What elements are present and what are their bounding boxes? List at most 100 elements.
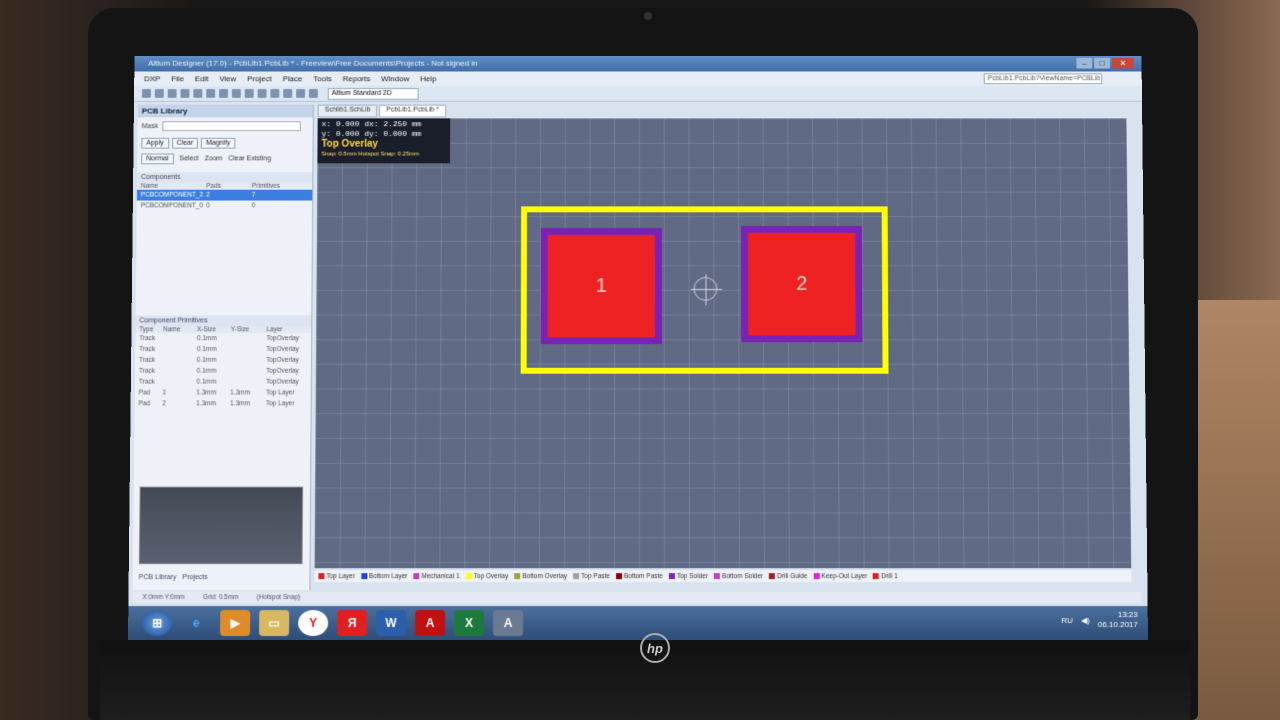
menu-tools[interactable]: Tools [313, 74, 332, 83]
origin-marker-icon [693, 277, 718, 301]
layer-tab[interactable]: Bottom Layer [360, 573, 408, 580]
col-pads[interactable]: Pads [206, 183, 252, 190]
view-mode-select[interactable]: Altium Standard 2D [327, 87, 419, 100]
layer-tab[interactable]: Drill 1 [873, 573, 898, 580]
layer-swatch-icon [573, 573, 580, 580]
table-row[interactable]: Track 0.1mm TopOverlay [135, 355, 311, 366]
menu-place[interactable]: Place [283, 74, 303, 83]
maximize-button[interactable]: □ [1094, 57, 1111, 69]
acrobat-icon[interactable]: A [415, 610, 446, 637]
open-icon[interactable] [154, 89, 164, 98]
primitive-layer: TopOverlay [266, 356, 299, 364]
layer-tab[interactable]: Bottom Solder [713, 572, 764, 580]
col-primitives[interactable]: Primitives [252, 183, 292, 190]
language-indicator[interactable]: RU [1061, 616, 1073, 625]
tab-pcb-library[interactable]: PCB Library [139, 574, 177, 581]
layer-tab[interactable]: Bottom Overlay [514, 573, 567, 580]
apply-button[interactable]: Apply [141, 137, 169, 149]
layer-tabs: Top Layer Bottom Layer Mechanical 1 Top Ove… [314, 570, 1132, 583]
print-icon[interactable] [180, 89, 190, 98]
col-ysize[interactable]: Y-Size [231, 326, 267, 333]
media-icon[interactable]: ▶ [220, 610, 251, 637]
zoom-out-icon[interactable] [206, 89, 216, 98]
layer-tab[interactable]: Drill Guide [769, 573, 807, 580]
clear-button[interactable]: Clear [171, 137, 199, 149]
address-field[interactable]: PcbLib1.PcbLib?ViewName=PCBLib [983, 73, 1103, 85]
table-row[interactable]: Track 0.1mm TopOverlay [135, 344, 311, 355]
pad-2[interactable]: 2 [741, 226, 863, 343]
pad-1[interactable]: 1 [540, 227, 662, 345]
menu-reports[interactable]: Reports [343, 74, 371, 83]
layer-name: Bottom Solder [721, 572, 764, 580]
move-icon[interactable] [283, 89, 293, 98]
clear-existing-checkbox[interactable]: Clear Existing [228, 155, 271, 162]
primitive-x: 0.1mm [196, 335, 217, 343]
col-name[interactable]: Name [137, 183, 206, 190]
yandex-icon[interactable]: Я [337, 610, 368, 637]
tab-pcblib[interactable]: PcbLib1.PcbLib * [379, 104, 446, 118]
start-button[interactable]: ⊞ [142, 610, 173, 637]
clock[interactable]: 13:23 06.10.2017 [1098, 610, 1138, 630]
yandex-browser-icon[interactable]: Y [298, 610, 329, 637]
table-row[interactable]: Track 0.1mm TopOverlay [135, 366, 311, 377]
tab-schlib[interactable]: Schlib1.SchLib [317, 104, 378, 118]
menu-help[interactable]: Help [420, 74, 436, 83]
cut-icon[interactable] [231, 89, 241, 98]
zoom-fit-icon[interactable] [219, 89, 228, 98]
copy-icon[interactable] [244, 89, 254, 98]
document-tabs: Schlib1.SchLib PcbLib1.PcbLib * [317, 104, 446, 118]
close-button[interactable]: ✕ [1111, 57, 1134, 69]
zoom-checkbox[interactable]: Zoom [205, 155, 223, 162]
altium-icon[interactable]: A [493, 610, 524, 637]
mask-input[interactable] [162, 121, 301, 132]
component-pads: 2 [206, 191, 210, 199]
col-name[interactable]: Name [163, 326, 197, 333]
menu-view[interactable]: View [219, 74, 236, 83]
layer-tab[interactable]: Top Paste [573, 573, 610, 580]
zoom-in-icon[interactable] [193, 89, 203, 98]
col-layer[interactable]: Layer [267, 326, 307, 333]
minimize-button[interactable]: – [1076, 57, 1093, 69]
tab-projects[interactable]: Projects [182, 574, 207, 581]
col-xsize[interactable]: X-Size [197, 326, 231, 333]
table-row[interactable]: PCBCOMPONENT_2 2 7 [136, 189, 313, 201]
menu-window[interactable]: Window [381, 74, 409, 83]
ie-icon[interactable]: e [181, 610, 211, 636]
layer-tab[interactable]: Keep-Out Layer [813, 573, 867, 580]
save-icon[interactable] [167, 89, 177, 98]
paste-icon[interactable] [257, 89, 267, 98]
explorer-icon[interactable]: ▭ [259, 610, 290, 637]
redo-icon[interactable] [308, 89, 318, 98]
layer-swatch-icon [615, 573, 622, 580]
select-checkbox[interactable]: Select [179, 155, 198, 162]
table-row[interactable]: Pad 1 1.3mm 1.3mm Top Layer [135, 388, 311, 399]
table-row[interactable]: Track 0.1mm TopOverlay [135, 377, 311, 388]
mode-select[interactable]: Normal [141, 153, 174, 165]
status-coords: X:0mm Y:0mm [142, 594, 185, 602]
layer-tab[interactable]: Top Overlay [465, 573, 508, 580]
menu-edit[interactable]: Edit [195, 74, 209, 83]
layer-swatch-icon [318, 573, 325, 580]
volume-icon[interactable]: ◀) [1081, 616, 1090, 625]
layer-tab[interactable]: Top Solder [668, 573, 708, 580]
col-type[interactable]: Type [135, 326, 163, 333]
layer-tab[interactable]: Bottom Paste [615, 573, 663, 580]
magnify-button[interactable]: Magnify [200, 137, 236, 149]
panel-buttons: Apply Clear Magnify [137, 135, 312, 152]
excel-icon[interactable]: X [454, 610, 485, 637]
table-row[interactable]: Track 0.1mm TopOverlay [135, 333, 311, 344]
word-icon[interactable]: W [376, 610, 407, 637]
table-row[interactable]: PCBCOMPONENT_0 0 0 [137, 201, 312, 212]
select-icon[interactable] [270, 89, 280, 98]
menu-project[interactable]: Project [247, 74, 272, 83]
new-icon[interactable] [141, 89, 151, 98]
laptop-screen: Altium Designer (17.0) - PcbLib1.PcbLib … [128, 55, 1148, 641]
undo-icon[interactable] [296, 89, 306, 98]
menu-file[interactable]: File [171, 74, 184, 83]
table-row[interactable]: Pad 2 1.3mm 1.3mm Top Layer [135, 398, 311, 409]
pcb-canvas[interactable]: x: 0.000 dx: 2.250 mm y: 0.000 dy: 0.000… [314, 118, 1132, 569]
layer-tab[interactable]: Top Layer [318, 573, 355, 580]
layer-tab[interactable]: Mechanical 1 [413, 573, 460, 580]
menu-dxp[interactable]: DXP [144, 74, 160, 83]
primitive-x: 1.3mm [196, 389, 217, 397]
